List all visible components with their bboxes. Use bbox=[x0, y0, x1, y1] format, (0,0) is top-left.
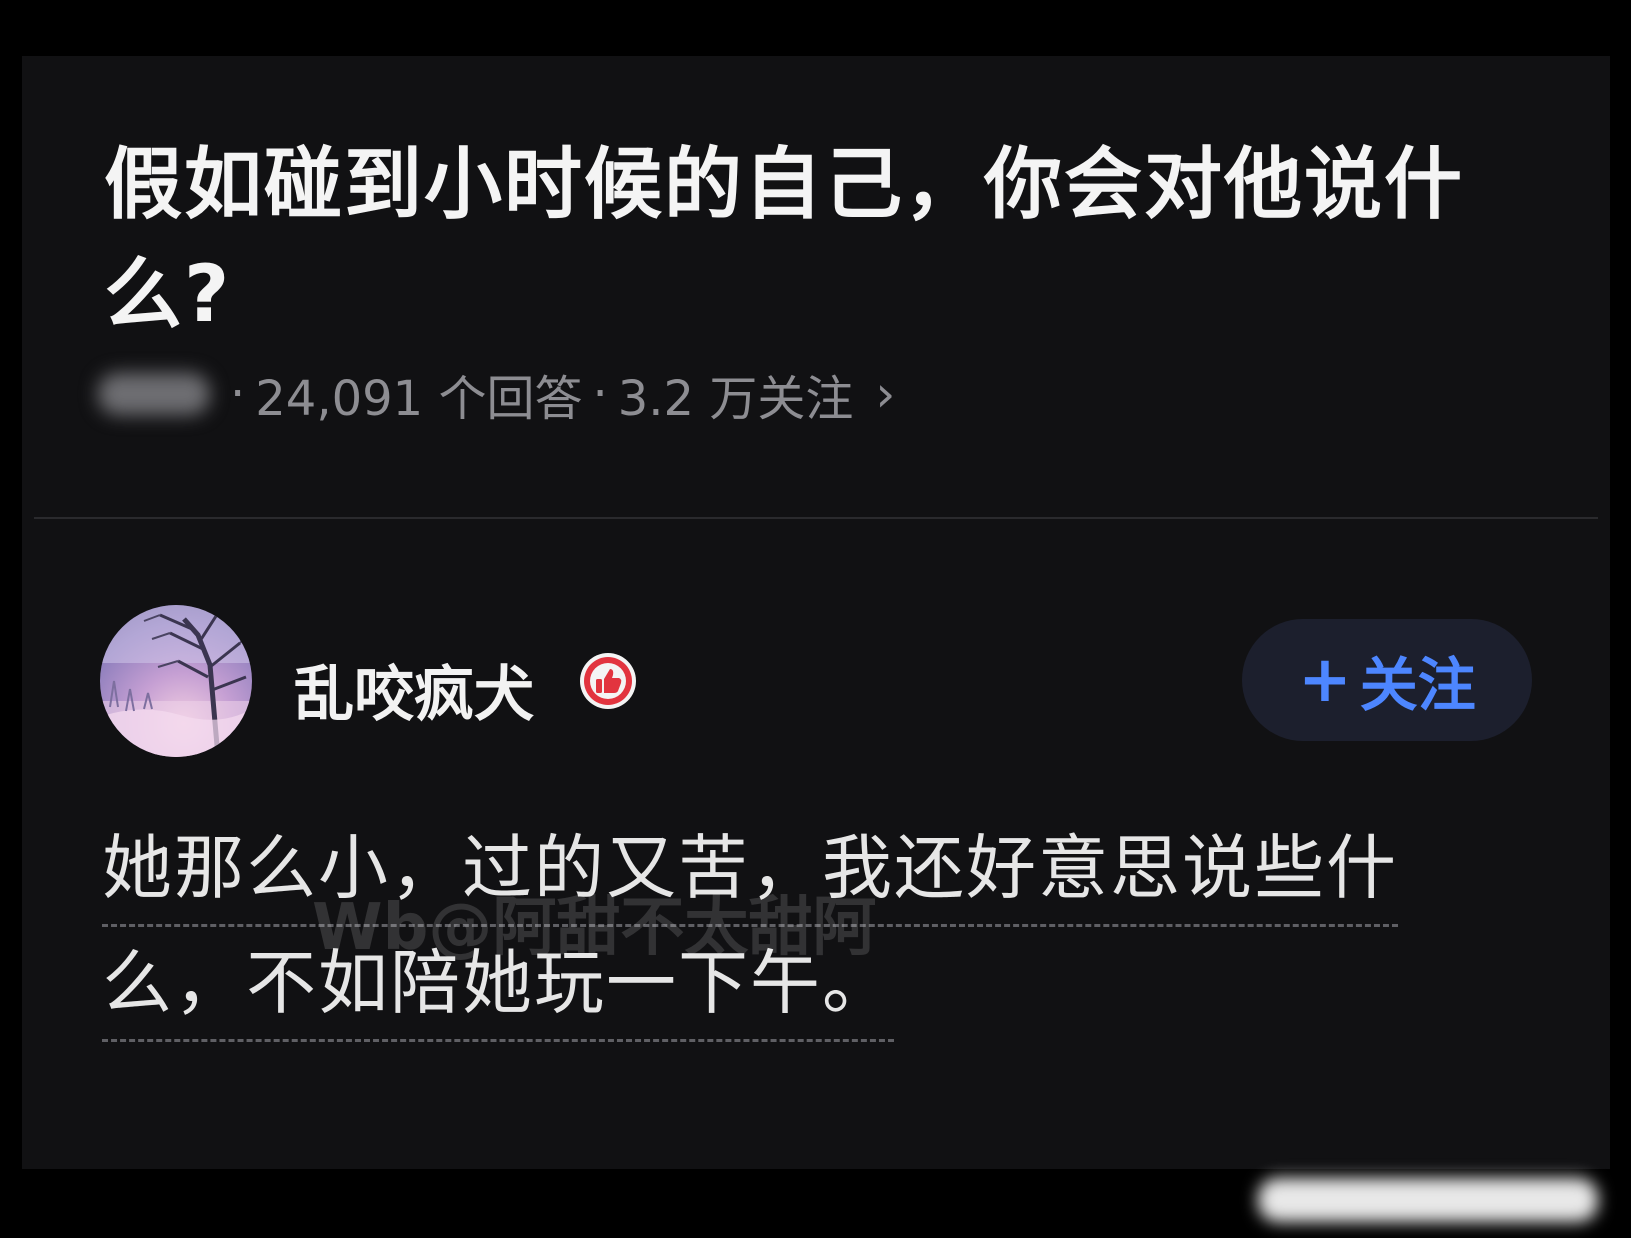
winter-tree-avatar-image bbox=[100, 605, 252, 757]
follow-label: 关注 bbox=[1359, 651, 1476, 719]
answer-screen: 假如碰到小时候的自己，你会对他说什么? · 24,091 个回答 · 3.2 万… bbox=[22, 56, 1610, 1169]
thumbs-up-icon bbox=[578, 651, 638, 711]
followers-count: 3.2 万关注 bbox=[617, 371, 854, 427]
question-title[interactable]: 假如碰到小时候的自己，你会对他说什么? bbox=[104, 130, 1504, 350]
author-name[interactable]: 乱咬疯犬 bbox=[294, 646, 534, 733]
answers-count: 24,091 个回答 bbox=[255, 371, 583, 427]
watermark: Wb@阿甜不太甜阿 bbox=[312, 891, 877, 965]
plus-icon: + bbox=[1298, 643, 1352, 717]
blurred-bottom-watermark bbox=[1258, 1178, 1598, 1222]
meta-separator: · bbox=[592, 366, 608, 422]
meta-separator: · bbox=[230, 366, 246, 422]
divider bbox=[34, 517, 1598, 519]
blurred-topic-tag bbox=[98, 373, 210, 415]
avatar[interactable] bbox=[100, 605, 252, 757]
follow-button[interactable]: + 关注 bbox=[1242, 619, 1532, 741]
chevron-right-icon[interactable]: › bbox=[875, 365, 895, 423]
question-meta[interactable]: · 24,091 个回答 · 3.2 万关注 › bbox=[98, 364, 895, 427]
